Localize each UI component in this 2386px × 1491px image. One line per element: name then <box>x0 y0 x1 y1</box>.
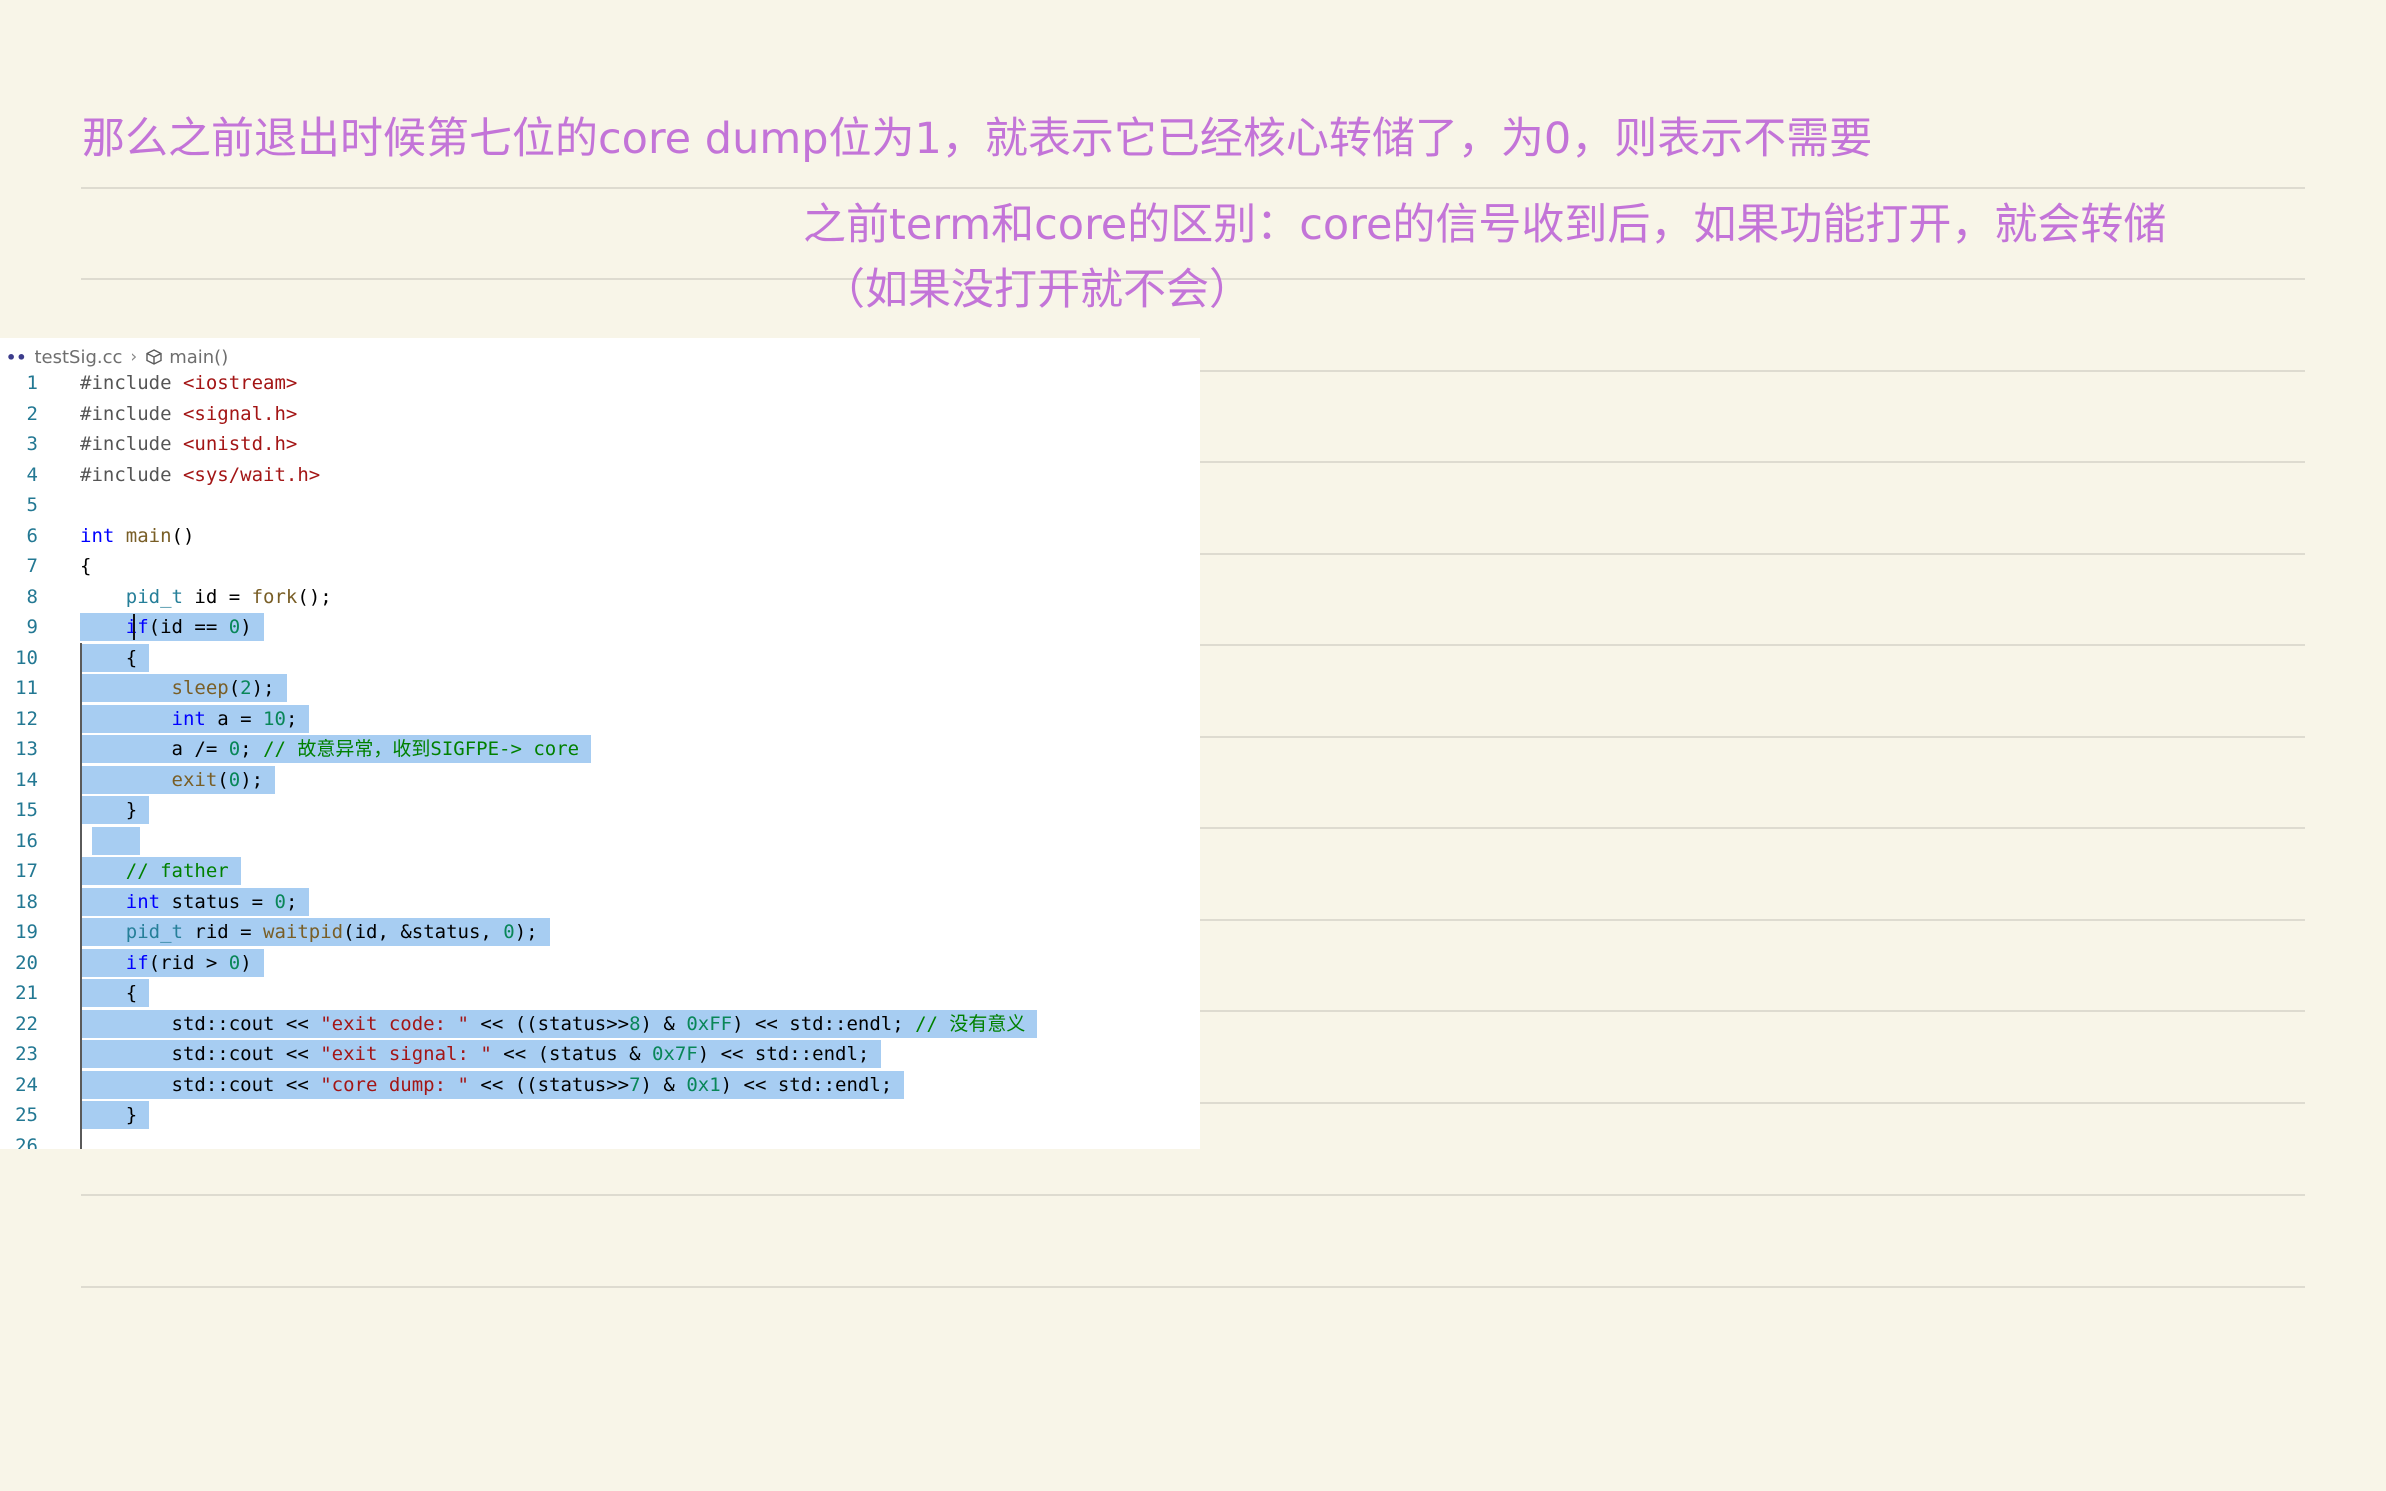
code-text: if(rid > 0) <box>80 948 264 977</box>
handwritten-note-line-2: 之前term和core的区别：core的信号收到后，如果功能打开，就会转储 <box>803 200 2167 250</box>
code-text: { <box>80 555 92 577</box>
code-line[interactable]: 10 { <box>0 643 1200 674</box>
code-line[interactable]: 13 a /= 0; // 故意异常，收到SIGFPE-> core <box>0 734 1200 765</box>
line-number: 17 <box>15 860 38 882</box>
code-text: std::cout << "core dump: " << ((status>>… <box>80 1070 905 1099</box>
notebook-rule <box>81 1286 2305 1288</box>
code-text: #include <iostream> <box>80 372 298 394</box>
code-line[interactable]: 2 #include <signal.h> <box>0 399 1200 430</box>
code-line[interactable]: 8 pid_t id = fork(); <box>0 582 1200 613</box>
code-text: exit(0); <box>80 765 276 794</box>
code-text: { <box>80 643 150 672</box>
line-number: 20 <box>15 951 38 974</box>
code-line[interactable]: 7{ <box>0 551 1200 582</box>
code-line[interactable]: 24 std::cout << "core dump: " << ((statu… <box>0 1070 1200 1101</box>
line-number: 7 <box>26 555 38 577</box>
code-line[interactable]: 3 #include <unistd.h> <box>0 429 1200 460</box>
code-line[interactable]: 12 int a = 10; <box>0 704 1200 735</box>
code-editor-screenshot: •• testSig.cc › main() 1 #include <iostre… <box>0 338 1200 1149</box>
code-text: int a = 10; <box>80 704 310 733</box>
code-text: pid_t rid = waitpid(id, &status, 0); <box>80 918 550 946</box>
code-line[interactable]: 20 if(rid > 0) <box>0 948 1200 979</box>
code-line[interactable]: 5 <box>0 490 1200 521</box>
line-number: 4 <box>26 463 38 486</box>
code-line[interactable]: 19 pid_t rid = waitpid(id, &status, 0); <box>0 917 1200 948</box>
code-text: int main() <box>80 524 195 547</box>
line-number: 14 <box>15 768 38 791</box>
code-line[interactable]: 17 // father <box>0 856 1200 887</box>
line-number: 3 <box>26 433 38 455</box>
line-number: 18 <box>15 890 38 913</box>
handwritten-note-line-1: 那么之前退出时候第七位的core dump位为1，就表示它已经核心转储了，为0，… <box>82 114 1873 164</box>
line-number: 9 <box>26 616 38 638</box>
code-line[interactable]: 15 } <box>0 795 1200 826</box>
code-line[interactable]: 1 #include <iostream> <box>0 368 1200 399</box>
breadcrumb: •• testSig.cc › main() <box>6 344 228 370</box>
code-line[interactable]: 4 #include <sys/wait.h> <box>0 460 1200 491</box>
line-number: 25 <box>15 1104 38 1126</box>
code-line[interactable]: 25 } <box>0 1100 1200 1131</box>
code-text: if(id == 0) <box>80 613 264 641</box>
method-cube-icon <box>146 349 162 365</box>
code-text: a /= 0; // 故意异常，收到SIGFPE-> core <box>80 735 592 763</box>
indent-guide <box>80 642 82 1149</box>
code-line[interactable]: 16 <box>0 826 1200 857</box>
line-number: 1 <box>26 372 38 394</box>
cpp-file-icon: •• <box>6 347 27 367</box>
line-number: 15 <box>15 799 38 821</box>
code-line[interactable]: 9 if(id == 0) <box>0 612 1200 643</box>
breadcrumb-file[interactable]: testSig.cc <box>34 347 122 368</box>
code-text: pid_t id = fork(); <box>125 585 332 608</box>
text-cursor <box>133 614 135 640</box>
chevron-right-icon: › <box>130 347 138 367</box>
line-number: 19 <box>15 921 38 943</box>
code-text: { <box>80 979 150 1007</box>
line-number: 2 <box>26 402 38 425</box>
line-number: 23 <box>15 1043 38 1065</box>
line-number: 12 <box>15 707 38 730</box>
line-number: 13 <box>15 738 38 760</box>
code-text: #include <signal.h> <box>80 402 298 425</box>
line-number: 8 <box>26 585 38 608</box>
code-line[interactable]: 11 sleep(2); <box>0 673 1200 704</box>
code-text: // father <box>80 857 241 885</box>
code-text: } <box>80 1101 150 1129</box>
notebook-rule <box>81 1194 2305 1196</box>
code-line[interactable]: 26 <box>0 1131 1200 1150</box>
selection-fill <box>92 826 140 855</box>
code-text: std::cout << "exit signal: " << (status … <box>80 1040 882 1068</box>
notebook-rule <box>81 187 2305 189</box>
line-number: 6 <box>26 524 38 547</box>
code-text: sleep(2); <box>80 674 287 702</box>
breadcrumb-symbol[interactable]: main() <box>169 347 228 368</box>
line-number: 22 <box>15 1012 38 1035</box>
line-number: 21 <box>15 982 38 1004</box>
code-line[interactable]: 23 std::cout << "exit signal: " << (stat… <box>0 1039 1200 1070</box>
code-line[interactable]: 21 { <box>0 978 1200 1009</box>
code-line[interactable]: 22 std::cout << "exit code: " << ((statu… <box>0 1009 1200 1040</box>
code-text: int status = 0; <box>80 887 310 916</box>
code-line[interactable]: 14 exit(0); <box>0 765 1200 796</box>
line-number: 26 <box>15 1134 38 1150</box>
handwritten-note-line-3: （如果没打开就不会） <box>822 265 1252 315</box>
code-text: std::cout << "exit code: " << ((status>>… <box>80 1009 1038 1038</box>
line-number: 5 <box>26 494 38 516</box>
code-line[interactable]: 18 int status = 0; <box>0 887 1200 918</box>
line-number: 10 <box>15 646 38 669</box>
code-line[interactable]: 6 int main() <box>0 521 1200 552</box>
line-number: 11 <box>15 677 38 699</box>
code-text: #include <sys/wait.h> <box>80 463 321 486</box>
code-text: #include <unistd.h> <box>80 433 298 455</box>
line-number: 24 <box>15 1073 38 1096</box>
code-text: } <box>80 796 150 824</box>
line-number: 16 <box>15 829 38 852</box>
